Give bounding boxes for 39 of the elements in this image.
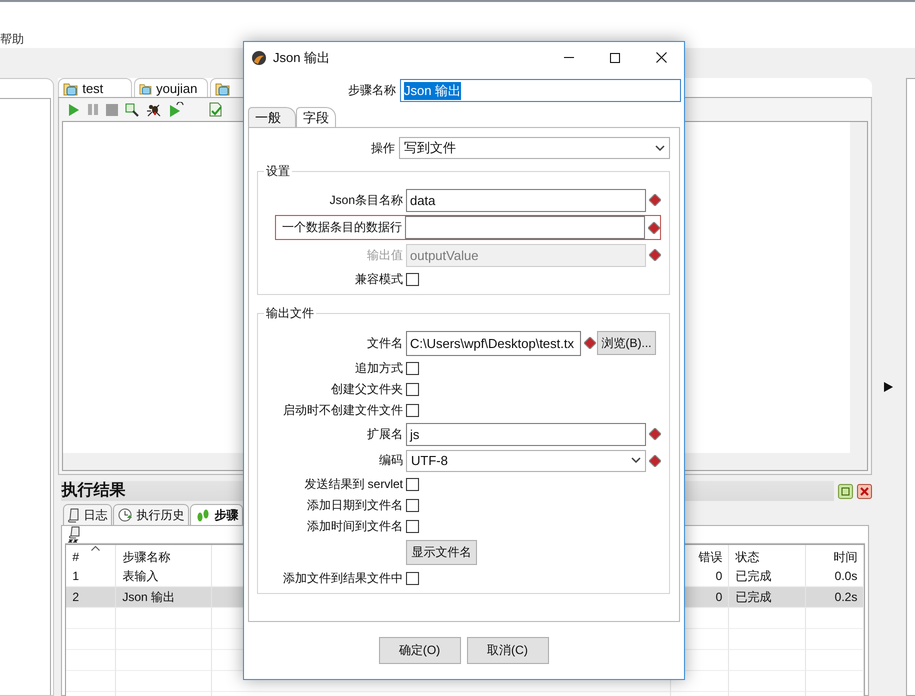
results-tab[interactable]: 执行历史 (113, 504, 190, 525)
field-label: 添加时间到文件名 (306, 518, 403, 534)
text-field[interactable]: js (406, 422, 646, 446)
results-tab[interactable]: 步骤 (190, 504, 244, 525)
step-name-field[interactable]: Json 输出 (400, 79, 681, 102)
tab[interactable]: 一般 (248, 107, 296, 127)
table-cell: 已完成 (729, 587, 806, 608)
table-cell: 2 (66, 587, 116, 608)
field-label: 输出值 (366, 246, 403, 264)
encoding-select[interactable]: UTF-8 (406, 450, 646, 472)
field-label: Json条目名称 (328, 192, 403, 208)
ok-button[interactable]: 确定(O) (378, 637, 460, 664)
editor-tab[interactable]: test (58, 78, 132, 97)
window-title: Json 输出 (273, 48, 332, 66)
text-field[interactable]: data (406, 188, 646, 212)
field-label: 操作 (370, 140, 396, 156)
field-label: 创建父文件夹 (330, 380, 403, 398)
field-label: 启动时不创建文件文件 (282, 402, 403, 418)
tab[interactable]: 字段 (296, 107, 336, 127)
group-title: 设置 (265, 163, 291, 180)
group-title: 输出文件 (265, 305, 315, 322)
menu-item[interactable]: 帮助 (0, 31, 28, 47)
operation-select[interactable]: 写到文件 (399, 137, 670, 159)
table-cell: Json 输出 (116, 587, 212, 608)
cancel-button[interactable]: 取消(C) (466, 637, 548, 664)
field-label: 添加文件到结果文件中 (282, 570, 403, 586)
field-label: 文件名 (366, 334, 403, 352)
results-tab[interactable]: 日志 (63, 504, 112, 525)
file-path-field[interactable]: C:\Users\wpf\Desktop\test.tx (406, 330, 581, 356)
field-label: 步骤名称 (347, 82, 396, 99)
field-label: 一个数据条目的数据行 (281, 219, 402, 236)
editor-tab[interactable]: youjian (134, 78, 208, 97)
field-label: 兼容模式 (354, 270, 403, 288)
table-cell: 0.2s (806, 587, 864, 608)
field-label: 编码 (378, 452, 403, 469)
field-label: 追加方式 (354, 360, 403, 376)
browse-button[interactable]: 浏览(B)... (597, 331, 656, 355)
show-filename-button[interactable]: 显示文件名 (406, 540, 477, 564)
field-label: 扩展名 (366, 426, 403, 442)
